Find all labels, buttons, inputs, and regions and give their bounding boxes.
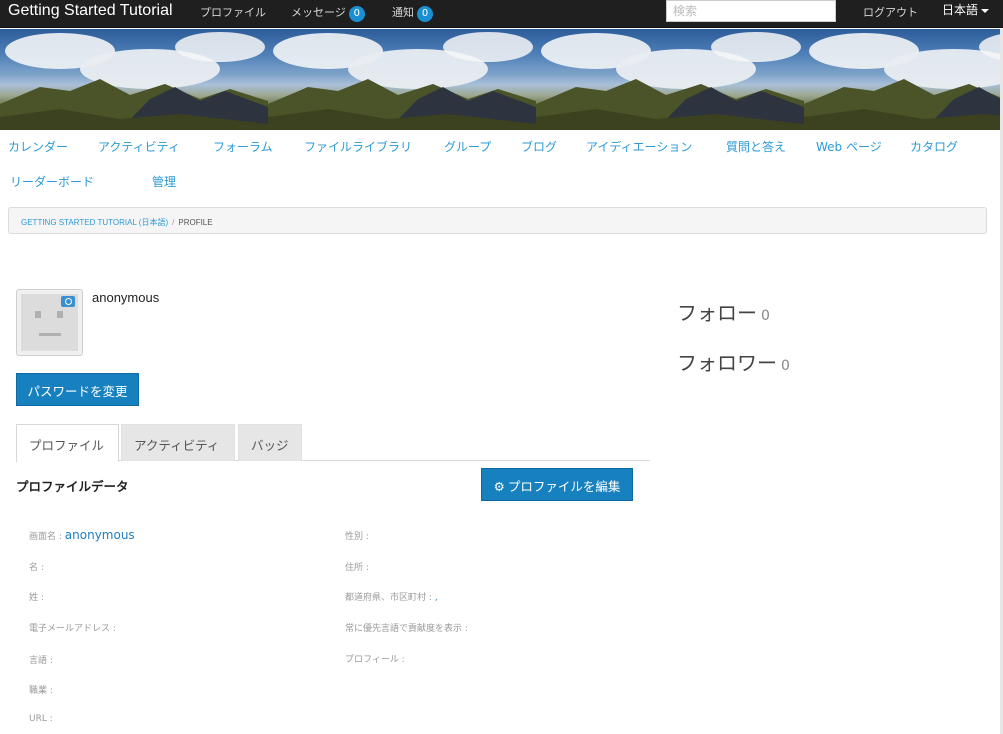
nav-leaderboard[interactable]: リーダーボード bbox=[10, 173, 94, 190]
followers-label: フォロワー bbox=[677, 351, 777, 375]
camera-icon[interactable] bbox=[61, 296, 75, 307]
nav-forum[interactable]: フォーラム bbox=[213, 138, 273, 155]
field-email: 電子メールアドレス : bbox=[29, 621, 116, 634]
tab-activity[interactable]: アクティビティ bbox=[121, 424, 235, 461]
nav-catalog[interactable]: カタログ bbox=[910, 138, 958, 155]
field-label: URL : bbox=[29, 714, 53, 724]
field-label: 常に優先言語で貢献度を表示 : bbox=[345, 624, 468, 634]
search-input[interactable] bbox=[666, 0, 836, 22]
edit-profile-label: プロファイルを編集 bbox=[507, 479, 621, 494]
field-value[interactable]: anonymous bbox=[65, 528, 135, 542]
field-bio: プロフィール : bbox=[345, 652, 405, 665]
field-last-name: 姓 : bbox=[29, 590, 44, 603]
breadcrumb-separator: / bbox=[172, 218, 175, 227]
nav-qa[interactable]: 質問と答え bbox=[726, 138, 786, 155]
language-dropdown[interactable]: 日本語 bbox=[942, 1, 990, 18]
following-count: 0 bbox=[761, 308, 770, 324]
followers-count: 0 bbox=[781, 358, 790, 374]
field-label: 画面名 : bbox=[29, 532, 62, 542]
field-prefecture-city: 都道府県、市区町村 : , bbox=[345, 590, 438, 603]
caret-down-icon bbox=[981, 8, 990, 13]
messages-count-badge: 0 bbox=[348, 6, 365, 22]
followers-stat[interactable]: フォロワー 0 bbox=[677, 347, 790, 376]
following-stat[interactable]: フォロー 0 bbox=[677, 297, 770, 326]
banner-image bbox=[268, 29, 536, 130]
profile-link[interactable]: プロファイル bbox=[200, 4, 266, 20]
following-label: フォロー bbox=[677, 301, 757, 325]
nav-blog[interactable]: ブログ bbox=[521, 138, 557, 155]
site-title[interactable]: Getting Started Tutorial bbox=[8, 2, 173, 20]
change-password-button[interactable]: パスワードを変更 bbox=[16, 373, 139, 406]
notifications-count-badge: 0 bbox=[417, 6, 433, 22]
nav-ideation[interactable]: アイディエーション bbox=[586, 138, 692, 155]
messages-label: メッセージ bbox=[291, 6, 346, 19]
field-gender: 性別 : bbox=[345, 529, 369, 542]
field-label: 姓 : bbox=[29, 593, 44, 603]
field-url: URL : bbox=[29, 714, 53, 724]
field-contribution-language: 常に優先言語で貢献度を表示 : bbox=[345, 621, 468, 634]
avatar bbox=[16, 289, 83, 356]
field-label: 性別 : bbox=[345, 532, 369, 542]
header-banner bbox=[0, 29, 1000, 130]
nav-admin[interactable]: 管理 bbox=[152, 173, 176, 190]
field-value: , bbox=[434, 593, 438, 603]
avatar-placeholder-image bbox=[21, 294, 78, 351]
tab-badges[interactable]: バッジ bbox=[238, 424, 302, 461]
field-label: 名 : bbox=[29, 563, 44, 573]
edit-profile-button[interactable]: ⚙ プロファイルを編集 bbox=[481, 468, 633, 501]
messages-link[interactable]: メッセージ 0 bbox=[291, 4, 365, 22]
profile-data-title: プロファイルデータ bbox=[16, 479, 129, 494]
nav-groups[interactable]: グループ bbox=[444, 138, 491, 155]
notifications-label: 通知 bbox=[392, 6, 414, 19]
field-first-name: 名 : bbox=[29, 560, 44, 573]
field-occupation: 職業 : bbox=[29, 683, 53, 696]
field-language: 言語 : bbox=[29, 653, 53, 666]
breadcrumb-home-link[interactable]: GETTING STARTED TUTORIAL (日本語) bbox=[21, 218, 168, 227]
banner-image bbox=[536, 29, 804, 130]
breadcrumb-current: PROFILE bbox=[178, 218, 213, 227]
gear-icon: ⚙ bbox=[493, 479, 505, 494]
nav-activity[interactable]: アクティビティ bbox=[98, 138, 180, 155]
nav-web-pages[interactable]: Web ページ bbox=[816, 138, 882, 155]
banner-image bbox=[0, 29, 268, 130]
field-label: プロフィール : bbox=[345, 655, 405, 665]
field-label: 電子メールアドレス : bbox=[29, 624, 116, 634]
avatar-mouth bbox=[39, 333, 61, 336]
breadcrumb: GETTING STARTED TUTORIAL (日本語) / PROFILE bbox=[8, 207, 987, 234]
profile-username: anonymous bbox=[92, 290, 160, 305]
top-navbar: Getting Started Tutorial プロファイル メッセージ 0 通… bbox=[0, 0, 1003, 28]
field-label: 住所 : bbox=[345, 563, 369, 573]
field-label: 都道府県、市区町村 : bbox=[345, 593, 432, 603]
nav-file-library[interactable]: ファイルライブラリ bbox=[304, 138, 412, 155]
notifications-link[interactable]: 通知 0 bbox=[392, 4, 433, 22]
tab-profile[interactable]: プロファイル bbox=[16, 424, 119, 462]
nav-calendar[interactable]: カレンダー bbox=[8, 138, 68, 155]
banner-image bbox=[804, 29, 1000, 130]
field-screen-name: 画面名 : anonymous bbox=[29, 528, 135, 542]
language-label: 日本語 bbox=[942, 3, 979, 17]
field-label: 職業 : bbox=[29, 686, 53, 696]
logout-link[interactable]: ログアウト bbox=[863, 4, 918, 20]
avatar-eye-right bbox=[57, 311, 63, 318]
field-address: 住所 : bbox=[345, 560, 369, 573]
avatar-eye-left bbox=[35, 311, 41, 318]
field-label: 言語 : bbox=[29, 656, 53, 666]
